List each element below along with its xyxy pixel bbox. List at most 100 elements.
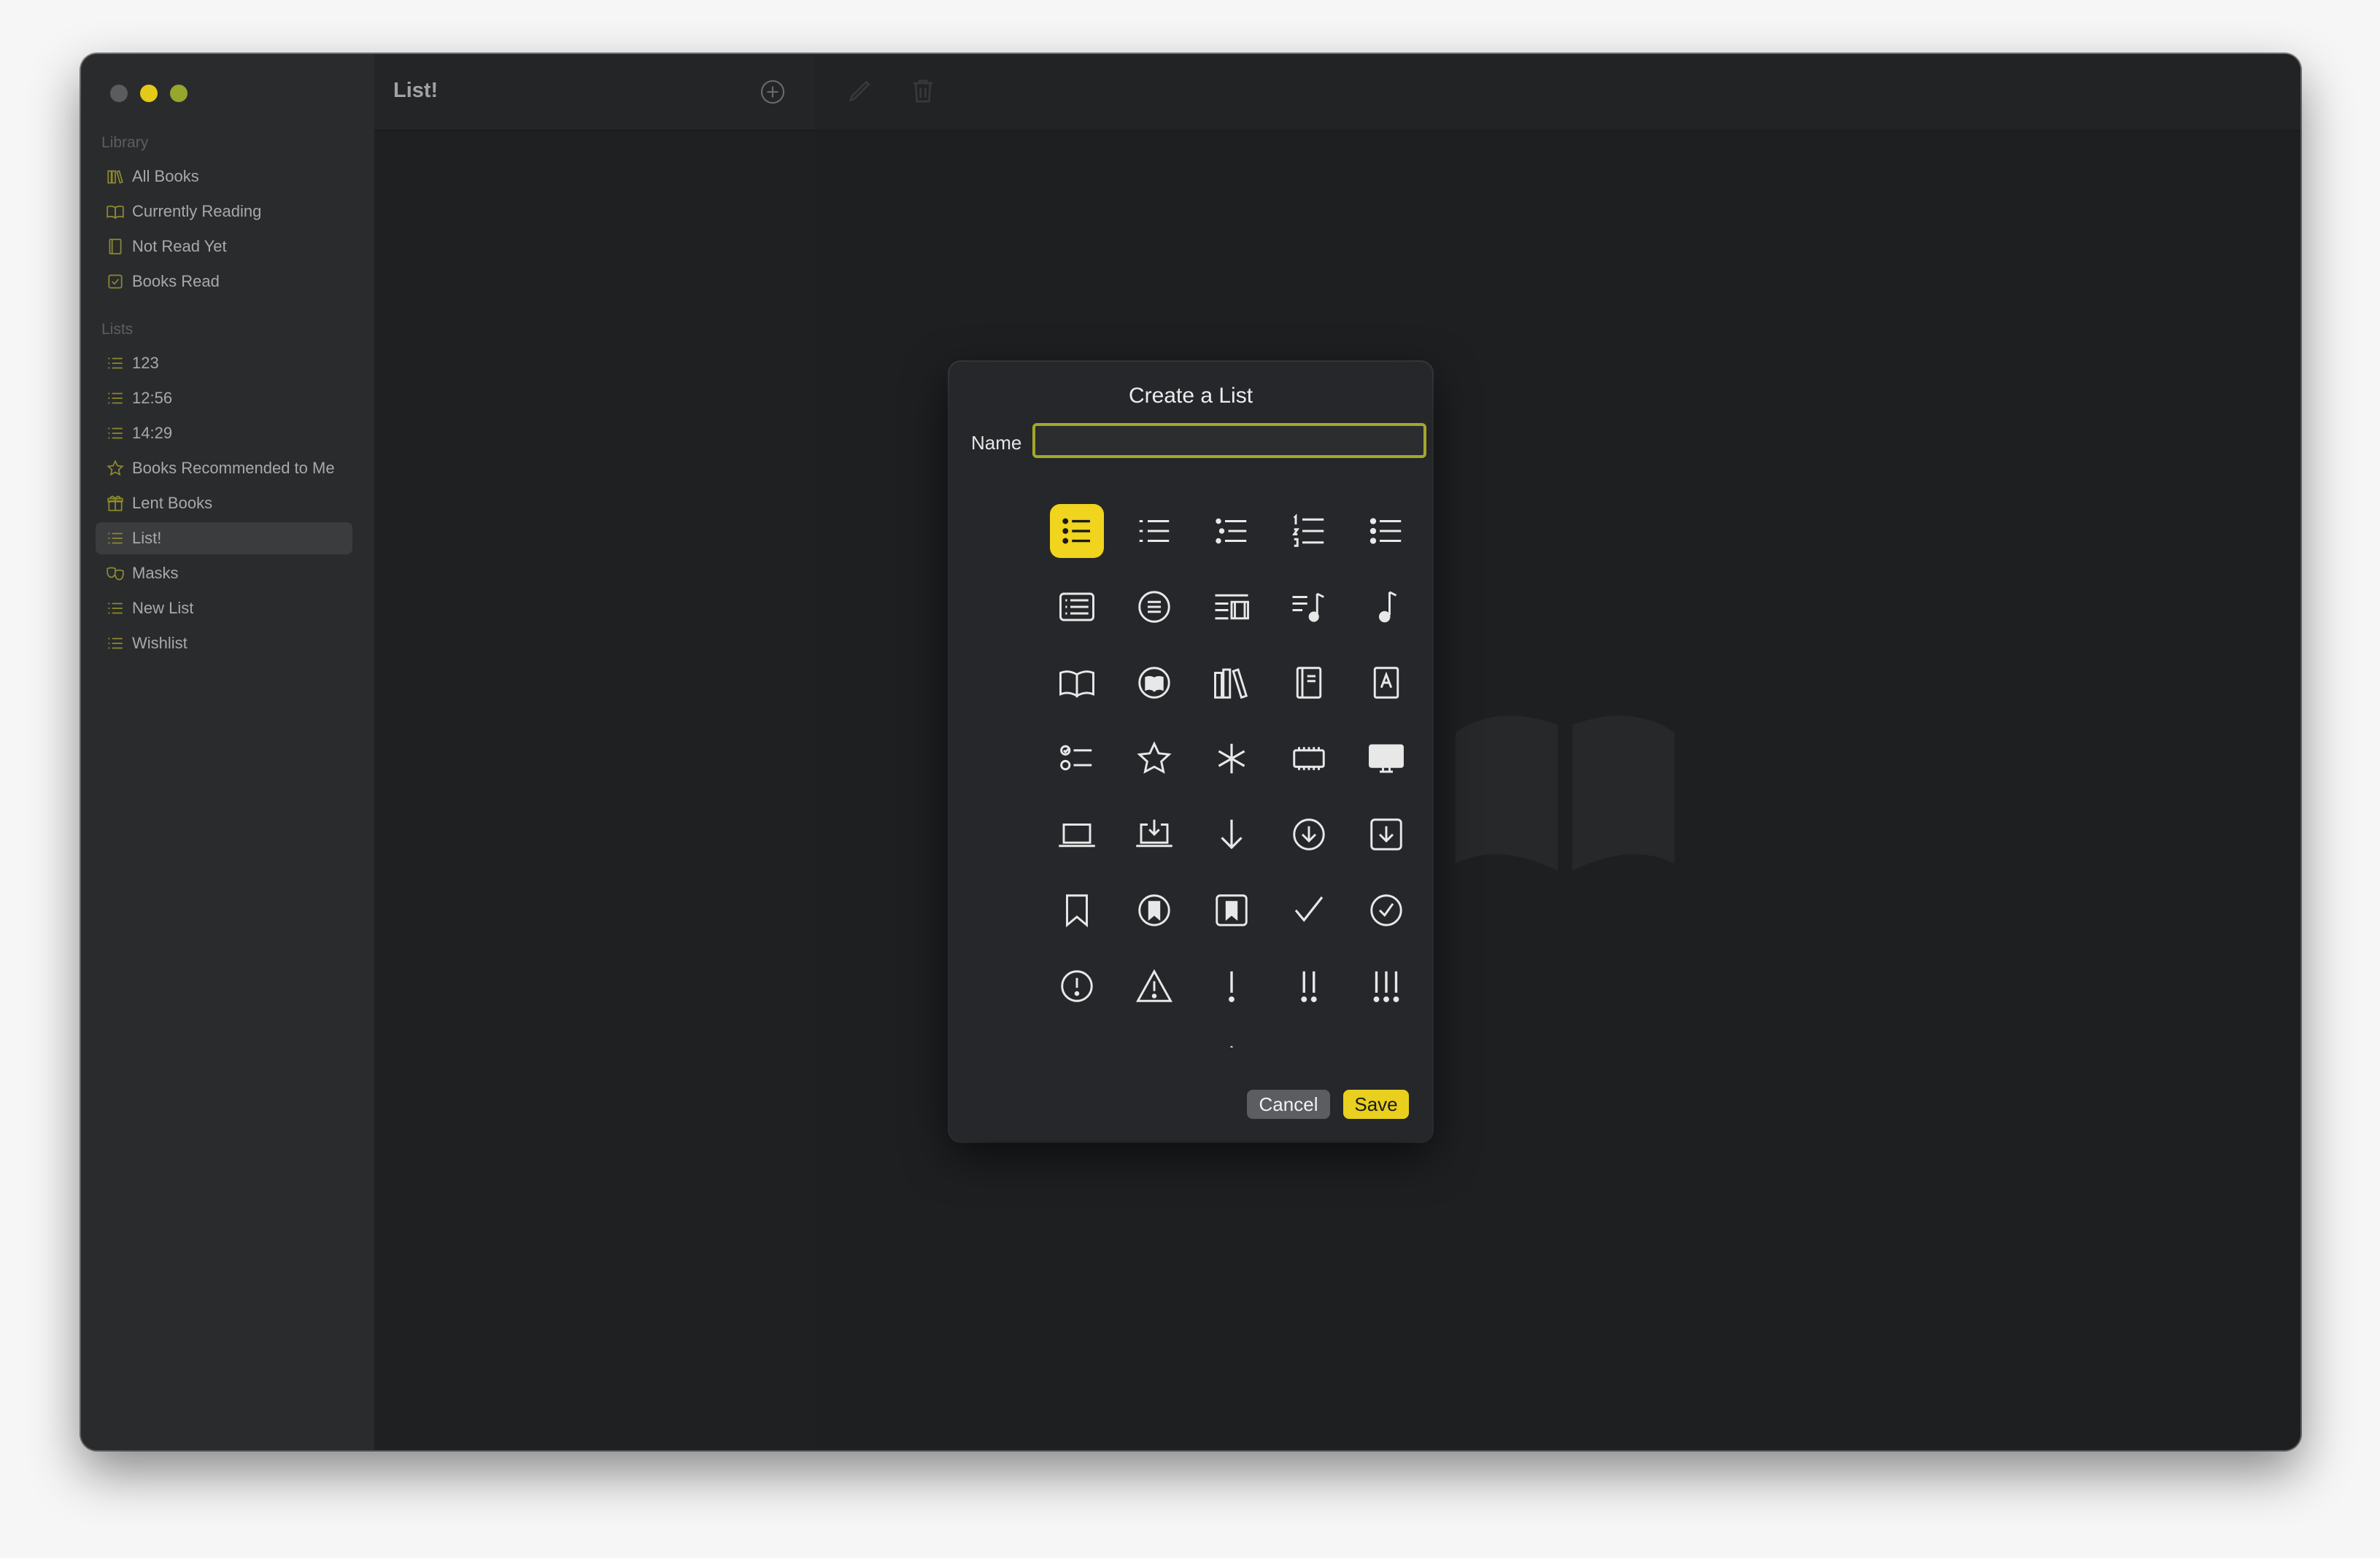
save-button[interactable]: Save (1343, 1090, 1409, 1119)
address-book-icon (1373, 667, 1399, 699)
icon-option[interactable] (1038, 569, 1116, 645)
icon-option[interactable] (1270, 948, 1348, 1024)
minimize-window-button[interactable] (140, 85, 158, 102)
sidebar-item-label: Books Recommended to Me (132, 459, 335, 477)
sidebar-item-wishlist[interactable]: Wishlist (96, 627, 352, 659)
warning-triangle-icon (1136, 969, 1172, 1002)
sidebar-item-label: List! (132, 529, 162, 547)
icon-option[interactable] (1116, 569, 1193, 645)
sidebar-item-lent-books[interactable]: Lent Books (96, 487, 352, 519)
asterisk-icon (1218, 743, 1245, 774)
sidebar-item-new-list[interactable]: New List (96, 592, 352, 624)
icon-option[interactable] (1193, 493, 1270, 569)
share-icon (1229, 1045, 1234, 1047)
icon-option[interactable] (1193, 797, 1270, 872)
sidebar-item-all-books[interactable]: All Books (96, 160, 352, 193)
icon-option[interactable] (1116, 721, 1193, 797)
music-note-icon (1378, 591, 1397, 623)
sidebar-item-currently-reading[interactable]: Currently Reading (96, 195, 352, 228)
icon-option[interactable] (1116, 493, 1193, 569)
icon-option[interactable] (1270, 569, 1348, 645)
sidebar-item-label: New List (132, 599, 194, 617)
exclamation-circle-icon (1061, 970, 1093, 1002)
sidebar-item-label: Books Read (132, 272, 220, 290)
icon-option[interactable] (1038, 645, 1116, 721)
icon-option[interactable] (1193, 1024, 1270, 1047)
window-controls (110, 85, 188, 102)
book-circle-icon (1138, 667, 1170, 699)
library-section-header: Library (101, 134, 149, 151)
sidebar-item-label: 12:56 (132, 389, 173, 407)
lists-section-header: Lists (101, 321, 134, 338)
icon-option[interactable] (1348, 1024, 1425, 1047)
icon-option[interactable] (1348, 493, 1425, 569)
icon-option[interactable] (1116, 797, 1193, 872)
icon-option[interactable] (1116, 645, 1193, 721)
zoom-window-button[interactable] (170, 85, 188, 102)
icon-option[interactable] (1038, 948, 1116, 1024)
list-film-icon (1215, 594, 1249, 620)
icon-option[interactable] (1270, 721, 1348, 797)
sidebar-item-not-read-yet[interactable]: Not Read Yet (96, 230, 352, 263)
icon-option[interactable] (1193, 948, 1270, 1024)
icon-option[interactable] (1038, 797, 1116, 872)
sidebar-item-masks[interactable]: Masks (96, 557, 352, 589)
sidebar-item-books-recommended[interactable]: Books Recommended to Me (96, 452, 352, 484)
close-window-button[interactable] (110, 85, 128, 102)
sidebar-item-123[interactable]: 123 (96, 347, 352, 379)
icon-option[interactable] (1348, 569, 1425, 645)
laptop-download-icon (1136, 819, 1172, 848)
icon-option[interactable] (1193, 569, 1270, 645)
icon-option[interactable] (1038, 1024, 1116, 1047)
exclamation-icon (1229, 971, 1235, 1002)
sidebar-item-label: 123 (132, 354, 159, 372)
plus-circle-icon[interactable] (760, 79, 786, 105)
icon-option[interactable] (1116, 872, 1193, 948)
name-label: Name (971, 432, 1022, 454)
icon-option[interactable] (1038, 721, 1116, 797)
music-list-icon (1292, 592, 1324, 622)
icon-option[interactable] (1038, 872, 1116, 948)
checkmark-circle-icon (1370, 894, 1402, 926)
create-list-dialog: Create a List Name Cancel Save (949, 362, 1432, 1142)
checkbox-icon (104, 271, 126, 292)
icon-option[interactable] (1038, 493, 1116, 569)
icon-option[interactable] (1348, 721, 1425, 797)
person-icon (1289, 1042, 1329, 1047)
trash-icon[interactable] (908, 76, 938, 105)
list-bullet-indent-icon (1216, 518, 1247, 544)
list-bullet-icon (1062, 518, 1090, 544)
sidebar-item-14-29[interactable]: 14:29 (96, 417, 352, 449)
sidebar-item-books-read[interactable]: Books Read (96, 266, 352, 298)
list-number-icon (1292, 513, 1324, 547)
icon-option[interactable] (1270, 872, 1348, 948)
icon-option[interactable] (1270, 797, 1348, 872)
sidebar-item-12-56[interactable]: 12:56 (96, 382, 352, 414)
icon-option[interactable] (1193, 645, 1270, 721)
icon-picker-grid (1038, 493, 1425, 1047)
icon-option[interactable] (1193, 721, 1270, 797)
sidebar-item-list[interactable]: List! (96, 522, 352, 554)
icon-option[interactable] (1116, 948, 1193, 1024)
icon-option[interactable] (1270, 1024, 1348, 1047)
name-field[interactable] (1032, 423, 1426, 458)
desktop-icon (1369, 744, 1404, 773)
bookmark-circle-icon (1138, 894, 1170, 926)
sidebar-item-label: 14:29 (132, 424, 173, 442)
sidebar-item-label: All Books (132, 167, 199, 185)
arrow-down-icon (1221, 819, 1243, 850)
icon-option[interactable] (1193, 872, 1270, 948)
pencil-icon[interactable] (846, 76, 875, 105)
icon-option[interactable] (1348, 797, 1425, 872)
icon-option[interactable] (1270, 645, 1348, 721)
icon-option[interactable] (1348, 645, 1425, 721)
icon-option[interactable] (1116, 1024, 1193, 1047)
speedometer-icon (1135, 1042, 1174, 1047)
cancel-button[interactable]: Cancel (1247, 1090, 1330, 1119)
icon-option[interactable] (1348, 948, 1425, 1024)
gift-icon (104, 492, 126, 514)
list-icon (104, 352, 126, 374)
bookmark-icon (1066, 894, 1088, 928)
icon-option[interactable] (1270, 493, 1348, 569)
icon-option[interactable] (1348, 872, 1425, 948)
